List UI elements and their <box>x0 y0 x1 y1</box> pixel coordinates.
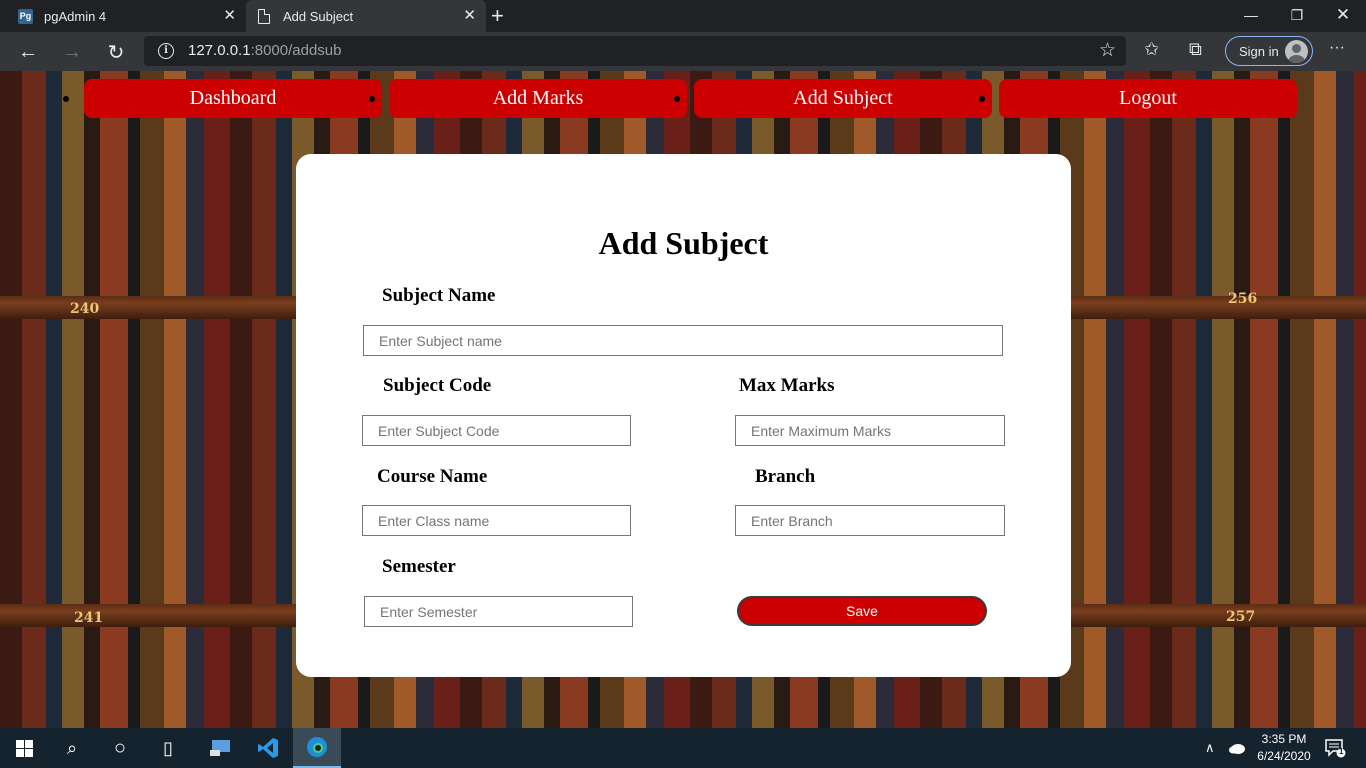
clock-date: 6/24/2020 <box>1257 749 1311 763</box>
page-title: Add Subject <box>598 225 769 261</box>
tab-pgadmin[interactable]: Pg pgAdmin 4 ✕ <box>0 0 246 32</box>
subject-name-input[interactable] <box>363 325 1003 356</box>
python-app-icon[interactable] <box>196 728 244 768</box>
start-windows-icon[interactable] <box>0 728 48 768</box>
save-button[interactable]: Save <box>737 596 987 626</box>
system-clock[interactable]: 3:35 PM 6/24/2020 <box>1254 731 1314 765</box>
site-info-icon[interactable]: i <box>158 43 174 59</box>
shelf-label: 257 <box>1226 609 1256 625</box>
nav-add-marks[interactable]: Add Marks <box>389 79 687 118</box>
new-tab-icon[interactable]: + <box>491 3 504 29</box>
max-marks-input[interactable] <box>735 415 1005 446</box>
refresh-icon[interactable]: ↻ <box>102 38 130 66</box>
max-marks-label: Max Marks <box>739 375 835 396</box>
restore-icon[interactable]: ❐ <box>1274 0 1320 30</box>
forward-arrow-icon[interactable]: → <box>58 38 86 66</box>
subject-code-label: Subject Code <box>383 375 492 396</box>
branch-input[interactable] <box>735 505 1005 536</box>
tray-chevron-icon[interactable]: ∧ <box>1205 728 1215 768</box>
favorite-star-icon[interactable]: ☆ <box>1099 39 1116 62</box>
tab-title: pgAdmin 4 <box>44 8 107 24</box>
semester-label: Semester <box>382 556 456 577</box>
subject-code-input[interactable] <box>362 415 631 446</box>
sign-in-button[interactable]: Sign in <box>1225 36 1313 66</box>
close-window-icon[interactable]: ✕ <box>1320 0 1366 30</box>
tab-strip: Pg pgAdmin 4 ✕ Add Subject ✕ + — ❐ ✕ <box>0 0 1366 32</box>
close-tab-icon[interactable]: ✕ <box>463 8 476 24</box>
minimize-icon[interactable]: — <box>1228 0 1274 30</box>
url-text[interactable]: 127.0.0.1:8000/addsub <box>188 42 341 59</box>
more-menu-icon[interactable]: ··· <box>1329 39 1345 57</box>
edge-browser-icon[interactable] <box>293 728 341 768</box>
nav-bullet <box>979 96 985 102</box>
notification-icon[interactable]: 1 <box>1324 728 1346 768</box>
nav-dashboard[interactable]: Dashboard <box>84 79 382 118</box>
back-arrow-icon[interactable]: ← <box>14 38 42 66</box>
tab-add-subject[interactable]: Add Subject ✕ <box>246 0 486 32</box>
search-icon[interactable]: ⌕ <box>48 728 96 768</box>
shelf-label: 256 <box>1228 291 1258 307</box>
nav-bullet <box>63 96 69 102</box>
avatar <box>1285 40 1308 63</box>
pgadmin-favicon-icon: Pg <box>18 8 33 24</box>
nav-add-subject[interactable]: Add Subject <box>694 79 992 118</box>
course-name-label: Course Name <box>377 466 488 487</box>
course-name-input[interactable] <box>362 505 631 536</box>
page-viewport: 240 256 241 257 Dashboard Add Marks Add … <box>0 71 1366 728</box>
branch-label: Branch <box>755 466 816 487</box>
shelf-label: 241 <box>74 610 104 626</box>
semester-input[interactable] <box>364 596 633 627</box>
address-bar[interactable]: i 127.0.0.1:8000/addsub ☆ <box>144 36 1126 66</box>
onedrive-cloud-icon[interactable] <box>1228 728 1246 768</box>
notification-count-badge: 1 <box>1339 747 1344 756</box>
task-view-icon[interactable]: ▯ <box>144 728 192 768</box>
vscode-icon[interactable] <box>244 728 292 768</box>
tab-title: Add Subject <box>283 8 354 24</box>
nav-logout[interactable]: Logout <box>999 79 1297 118</box>
shelf-label: 240 <box>70 301 100 317</box>
windows-taskbar: ⌕ ○ ▯ ∧ 3:35 PM 6/24/2020 1 <box>0 728 1366 768</box>
collections-icon[interactable]: ⧉ <box>1189 39 1202 60</box>
favorites-icon[interactable]: ✩ <box>1144 39 1159 60</box>
clock-time: 3:35 PM <box>1261 732 1307 746</box>
close-tab-icon[interactable]: ✕ <box>223 8 236 24</box>
browser-toolbar: ← → ↻ i 127.0.0.1:8000/addsub ☆ ✩ ⧉ Sign… <box>0 32 1366 71</box>
nav-bullet <box>674 96 680 102</box>
nav-bullet <box>369 96 375 102</box>
add-subject-form: Add Subject Subject Name Subject Code Ma… <box>296 154 1071 677</box>
subject-name-label: Subject Name <box>382 285 496 306</box>
page-favicon-icon <box>258 8 270 24</box>
cortana-icon[interactable]: ○ <box>96 728 144 768</box>
